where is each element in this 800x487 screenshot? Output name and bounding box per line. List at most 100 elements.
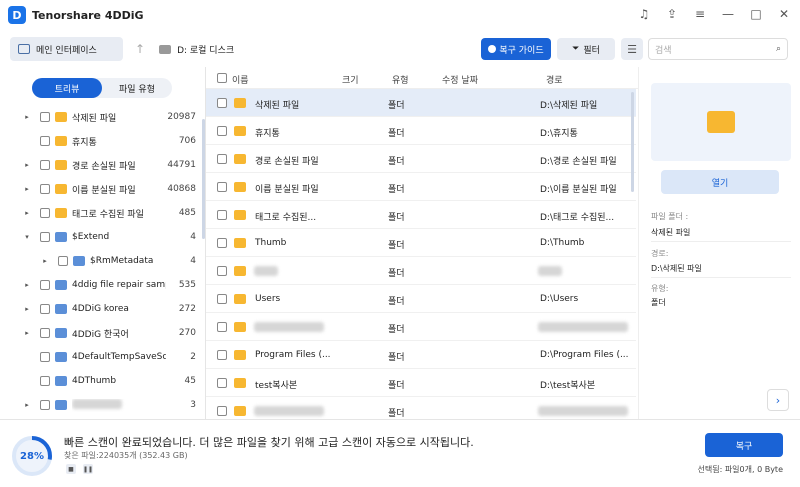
- tree-checkbox[interactable]: [40, 136, 50, 146]
- expander-icon[interactable]: ▸: [22, 113, 32, 121]
- tree-checkbox[interactable]: [40, 184, 50, 194]
- column-modified[interactable]: 수정 날짜: [442, 73, 478, 86]
- tree-item[interactable]: ▸ 경로 손실된 파일 44791: [0, 153, 200, 177]
- stop-button[interactable]: ■: [66, 464, 76, 474]
- tree-checkbox[interactable]: [40, 160, 50, 170]
- expander-icon[interactable]: ▸: [22, 305, 32, 313]
- expander-icon[interactable]: ▸: [22, 185, 32, 193]
- row-checkbox[interactable]: [217, 294, 227, 304]
- folder-value: 삭제된 파일: [651, 228, 691, 237]
- tree-checkbox[interactable]: [40, 232, 50, 242]
- tree-checkbox[interactable]: [40, 280, 50, 290]
- row-checkbox[interactable]: [217, 154, 227, 164]
- row-checkbox[interactable]: [217, 378, 227, 388]
- tree-item-count: 44791: [167, 160, 196, 170]
- toolbar: 메인 인터페이스 ↑ D: 로컬 디스크 복구 가이드 ⏷ 필터 ☰ 검색 ⌕: [0, 32, 800, 66]
- row-checkbox[interactable]: [217, 126, 227, 136]
- search-input[interactable]: 검색 ⌕: [648, 38, 788, 60]
- row-path: D:\태그로 수집된...: [540, 213, 615, 223]
- tree-checkbox[interactable]: [40, 208, 50, 218]
- folder-icon: [234, 182, 246, 192]
- up-arrow-icon[interactable]: ↑: [135, 42, 145, 56]
- row-checkbox[interactable]: [217, 238, 227, 248]
- table-row[interactable]: 이름 분실된 파일 폴더 D:\이름 분실된 파일: [206, 173, 636, 201]
- progress-ring: 28%: [10, 434, 54, 478]
- maximize-icon[interactable]: □: [748, 6, 764, 22]
- folder-label: 파일 폴더 :: [651, 212, 689, 221]
- row-path: D:\Users: [540, 294, 579, 304]
- tree-checkbox[interactable]: [40, 112, 50, 122]
- tab-file-type[interactable]: 파일 유형: [102, 78, 172, 98]
- recovery-guide-button[interactable]: 복구 가이드: [481, 38, 551, 60]
- table-row[interactable]: 태그로 수집된... 폴더 D:\태그로 수집된...: [206, 201, 636, 229]
- tree-item[interactable]: ▸ 이름 분실된 파일 40868: [0, 177, 200, 201]
- list-view-button[interactable]: ☰: [621, 38, 643, 60]
- share-icon[interactable]: ⇪: [664, 6, 680, 22]
- row-checkbox[interactable]: [217, 322, 227, 332]
- table-row[interactable]: 폴더: [206, 313, 636, 341]
- tree-item[interactable]: ▸ 3: [0, 393, 200, 417]
- pause-button[interactable]: ❚❚: [83, 464, 93, 474]
- table-row[interactable]: test복사본 폴더 D:\test복사본: [206, 369, 636, 397]
- folder-icon: [707, 111, 735, 133]
- next-arrow-button[interactable]: ›: [767, 389, 789, 411]
- tree-checkbox[interactable]: [58, 256, 68, 266]
- expander-icon[interactable]: ▸: [22, 161, 32, 169]
- tab-tree-view[interactable]: 트리뷰: [32, 78, 102, 98]
- tree-item[interactable]: ▸ 삭제된 파일 20987: [0, 105, 200, 129]
- file-list-scrollbar[interactable]: [631, 92, 634, 192]
- table-row[interactable]: 휴지통 폴더 D:\휴지통: [206, 117, 636, 145]
- tree-checkbox[interactable]: [40, 400, 50, 410]
- headset-icon[interactable]: ♫: [636, 6, 652, 22]
- table-row[interactable]: 폴더: [206, 257, 636, 285]
- row-checkbox[interactable]: [217, 266, 227, 276]
- expander-icon[interactable]: ▸: [22, 209, 32, 217]
- tree-checkbox[interactable]: [40, 328, 50, 338]
- close-icon[interactable]: ✕: [776, 6, 792, 22]
- row-checkbox[interactable]: [217, 98, 227, 108]
- row-checkbox[interactable]: [217, 182, 227, 192]
- tree-item[interactable]: ▸ 4DDiG 한국어 270: [0, 321, 200, 345]
- tree-item[interactable]: 휴지통 706: [0, 129, 200, 153]
- expander-icon[interactable]: ▸: [22, 281, 32, 289]
- tree-item[interactable]: ▾ $Extend 4: [0, 225, 200, 249]
- tree-scrollbar[interactable]: [202, 119, 205, 239]
- recover-button[interactable]: 복구: [705, 433, 783, 457]
- table-row[interactable]: Program Files (... 폴더 D:\Program Files (..…: [206, 341, 636, 369]
- tree-checkbox[interactable]: [40, 352, 50, 362]
- row-type: 폴더: [388, 101, 405, 111]
- column-name[interactable]: 이름: [232, 73, 249, 86]
- row-checkbox[interactable]: [217, 350, 227, 360]
- expander-icon[interactable]: ▸: [40, 257, 50, 265]
- column-size[interactable]: 크기: [342, 73, 359, 86]
- tree-item[interactable]: ▸ 4ddig file repair sample 535: [0, 273, 200, 297]
- select-all-checkbox[interactable]: [217, 73, 227, 83]
- open-button[interactable]: 열기: [661, 170, 779, 194]
- expander-icon[interactable]: ▾: [22, 233, 32, 241]
- menu-icon[interactable]: ≡: [692, 6, 708, 22]
- column-type[interactable]: 유형: [392, 73, 409, 86]
- home-button[interactable]: 메인 인터페이스: [10, 37, 123, 61]
- tree-item[interactable]: 4DefaultTempSaveScan 2: [0, 345, 200, 369]
- row-checkbox[interactable]: [217, 406, 227, 416]
- tree-checkbox[interactable]: [40, 304, 50, 314]
- row-checkbox[interactable]: [217, 210, 227, 220]
- table-row[interactable]: 삭제된 파일 폴더 D:\삭제된 파일: [206, 89, 636, 117]
- expander-icon[interactable]: ▸: [22, 401, 32, 409]
- tree-item[interactable]: 4DThumb 45: [0, 369, 200, 393]
- tree-item-label: 4DThumb: [72, 376, 117, 386]
- table-row[interactable]: Users 폴더 D:\Users: [206, 285, 636, 313]
- folder-icon: [234, 98, 246, 108]
- tree-item-count: 706: [178, 136, 196, 146]
- tree-item[interactable]: ▸ $RmMetadata 4: [0, 249, 200, 273]
- column-path[interactable]: 경로: [546, 73, 563, 86]
- search-icon[interactable]: ⌕: [776, 44, 781, 54]
- table-row[interactable]: 경로 손실된 파일 폴더 D:\경로 손실된 파일: [206, 145, 636, 173]
- tree-item[interactable]: ▸ 4DDiG korea 272: [0, 297, 200, 321]
- expander-icon[interactable]: ▸: [22, 329, 32, 337]
- filter-button[interactable]: ⏷ 필터: [557, 38, 615, 60]
- minimize-icon[interactable]: —: [720, 6, 736, 22]
- tree-checkbox[interactable]: [40, 376, 50, 386]
- table-row[interactable]: Thumb 폴더 D:\Thumb: [206, 229, 636, 257]
- tree-item[interactable]: ▸ 태그로 수집된 파일 485: [0, 201, 200, 225]
